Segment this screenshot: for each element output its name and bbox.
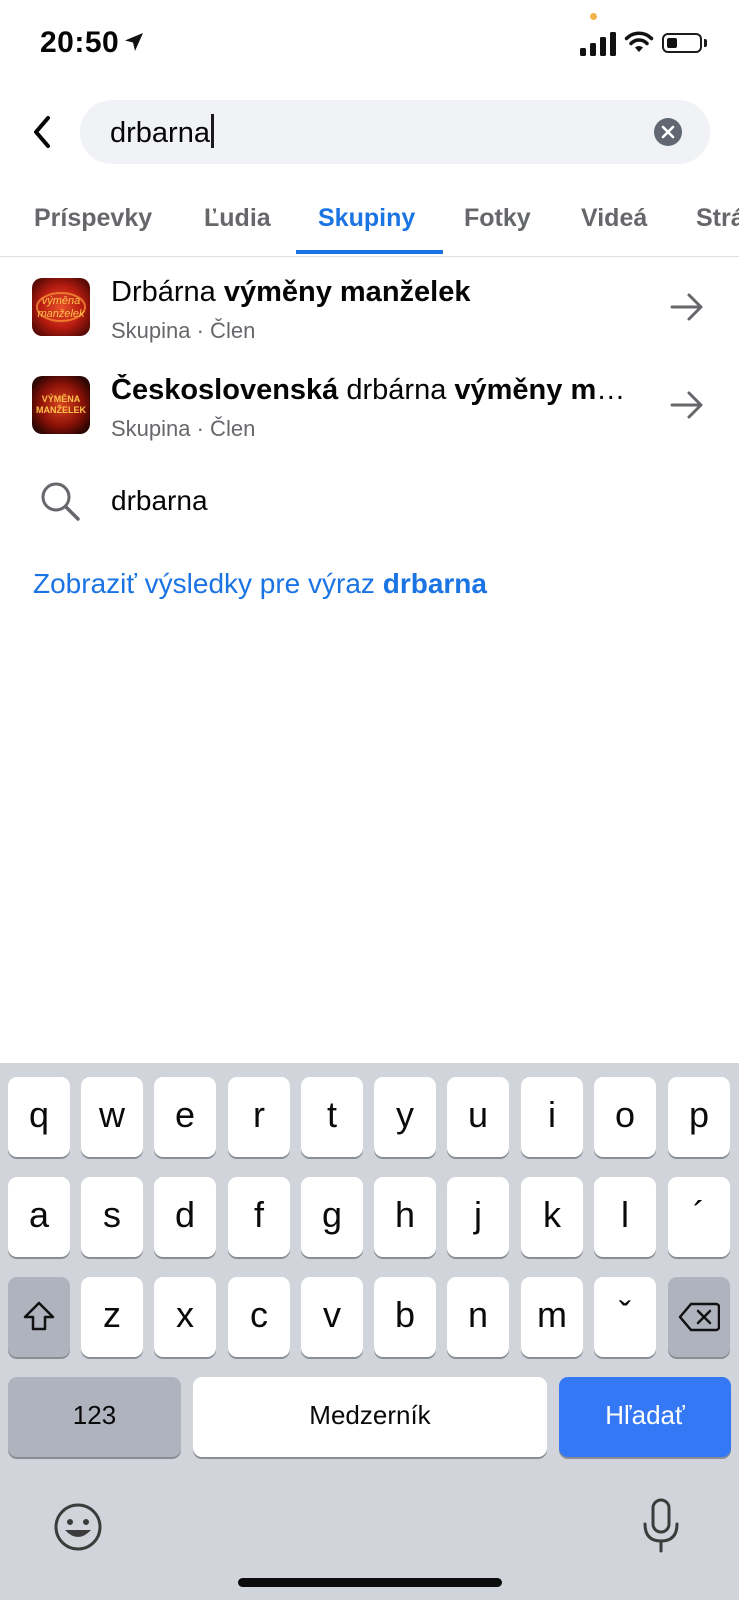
group-result-row[interactable]: VÝMĚNA MANŽELEK Československá drbárna v… (0, 358, 739, 454)
tab-videos[interactable]: Videá (581, 204, 647, 233)
key-r[interactable]: r (228, 1077, 290, 1157)
close-icon (661, 125, 675, 139)
group-avatar-text-top: výměna (42, 295, 81, 307)
key-a[interactable]: a (8, 1177, 70, 1257)
result-title: Drbárna výměny manželek (111, 276, 641, 309)
emoji-icon[interactable] (53, 1502, 103, 1552)
key-z[interactable]: z (81, 1277, 143, 1357)
result-subtitle: Skupina · Člen (111, 318, 256, 343)
tab-posts[interactable]: Príspevky (34, 204, 152, 233)
key-u[interactable]: u (447, 1077, 509, 1157)
key-q[interactable]: q (8, 1077, 70, 1157)
search-query-text: drbarna (110, 117, 210, 149)
see-all-results-link[interactable]: Zobraziť výsledky pre výraz drbarna (33, 568, 487, 600)
cellular-signal-icon (580, 32, 616, 56)
key-s[interactable]: s (81, 1177, 143, 1257)
key-y[interactable]: y (374, 1077, 436, 1157)
key-e[interactable]: e (154, 1077, 216, 1157)
tab-pages[interactable]: Stránky (696, 204, 739, 233)
group-avatar-text-bottom: MANŽELEK (36, 404, 86, 415)
see-all-prefix: Zobraziť výsledky pre výraz (33, 568, 383, 599)
group-avatar-text-bottom: manželek (37, 308, 85, 320)
title-part: Drbárna (111, 276, 224, 308)
space-key[interactable]: Medzerník (193, 1377, 547, 1457)
microphone-icon[interactable] (640, 1497, 682, 1555)
key-m[interactable]: m (521, 1277, 583, 1357)
key-w[interactable]: w (81, 1077, 143, 1157)
suggestion-text: drbarna (111, 485, 208, 516)
key-acute-accent[interactable]: ´ (668, 1177, 730, 1257)
key-b[interactable]: b (374, 1277, 436, 1357)
search-header: drbarna (0, 98, 739, 166)
key-v[interactable]: v (301, 1277, 363, 1357)
key-l[interactable]: l (594, 1177, 656, 1257)
arrow-right-icon[interactable] (670, 390, 704, 420)
key-g[interactable]: g (301, 1177, 363, 1257)
key-f[interactable]: f (228, 1177, 290, 1257)
tab-groups[interactable]: Skupiny (318, 204, 415, 233)
backspace-icon (678, 1302, 721, 1332)
search-key[interactable]: Hľadať (559, 1377, 731, 1457)
result-title: Československá drbárna výměny manželek (111, 374, 641, 407)
see-all-query: drbarna (382, 568, 487, 599)
key-x[interactable]: x (154, 1277, 216, 1357)
key-c[interactable]: c (228, 1277, 290, 1357)
status-time: 20:50 (40, 26, 120, 59)
title-part: drbárna (338, 374, 455, 406)
back-arrow-icon[interactable] (28, 112, 56, 152)
key-caron[interactable]: ˇ (594, 1277, 656, 1357)
key-h[interactable]: h (374, 1177, 436, 1257)
key-k[interactable]: k (521, 1177, 583, 1257)
key-n[interactable]: n (447, 1277, 509, 1357)
search-icon (41, 482, 80, 521)
shift-icon (23, 1301, 55, 1331)
backspace-key[interactable] (668, 1277, 730, 1357)
key-p[interactable]: p (668, 1077, 730, 1157)
tab-people[interactable]: Ľudia (204, 204, 271, 233)
active-tab-indicator (296, 250, 443, 254)
title-part-bold: Československá (111, 374, 339, 406)
key-t[interactable]: t (301, 1077, 363, 1157)
search-input[interactable]: drbarna (80, 100, 710, 164)
status-bar: 20:50 (0, 0, 739, 90)
group-avatar: VÝMĚNA MANŽELEK (32, 376, 90, 434)
clear-search-button[interactable] (654, 118, 682, 146)
battery-tip (704, 39, 707, 47)
key-j[interactable]: j (447, 1177, 509, 1257)
key-o[interactable]: o (594, 1077, 656, 1157)
wifi-icon (624, 31, 654, 52)
home-indicator[interactable] (238, 1578, 502, 1587)
battery-icon (662, 33, 702, 53)
shift-key[interactable] (8, 1277, 70, 1357)
search-suggestion-row[interactable]: drbarna (0, 465, 739, 535)
tab-photos[interactable]: Fotky (464, 204, 531, 233)
group-avatar-text-top: VÝMĚNA (42, 393, 81, 404)
title-part-bold: výměny manželek (223, 276, 471, 308)
result-subtitle: Skupina · Člen (111, 416, 256, 441)
text-caret (210, 114, 214, 148)
group-avatar: výměna manželek (32, 278, 90, 336)
title-part-bold: výměny manželek (454, 374, 641, 406)
privacy-indicator-dot (590, 13, 597, 20)
group-result-row[interactable]: výměna manželek Drbárna výměny manželek … (0, 260, 739, 356)
location-arrow-icon (125, 33, 143, 51)
filter-tabs: Príspevky Ľudia Skupiny Fotky Videá Strá… (0, 184, 739, 257)
arrow-right-icon[interactable] (670, 292, 704, 322)
key-d[interactable]: d (154, 1177, 216, 1257)
numbers-key[interactable]: 123 (8, 1377, 181, 1457)
key-i[interactable]: i (521, 1077, 583, 1157)
